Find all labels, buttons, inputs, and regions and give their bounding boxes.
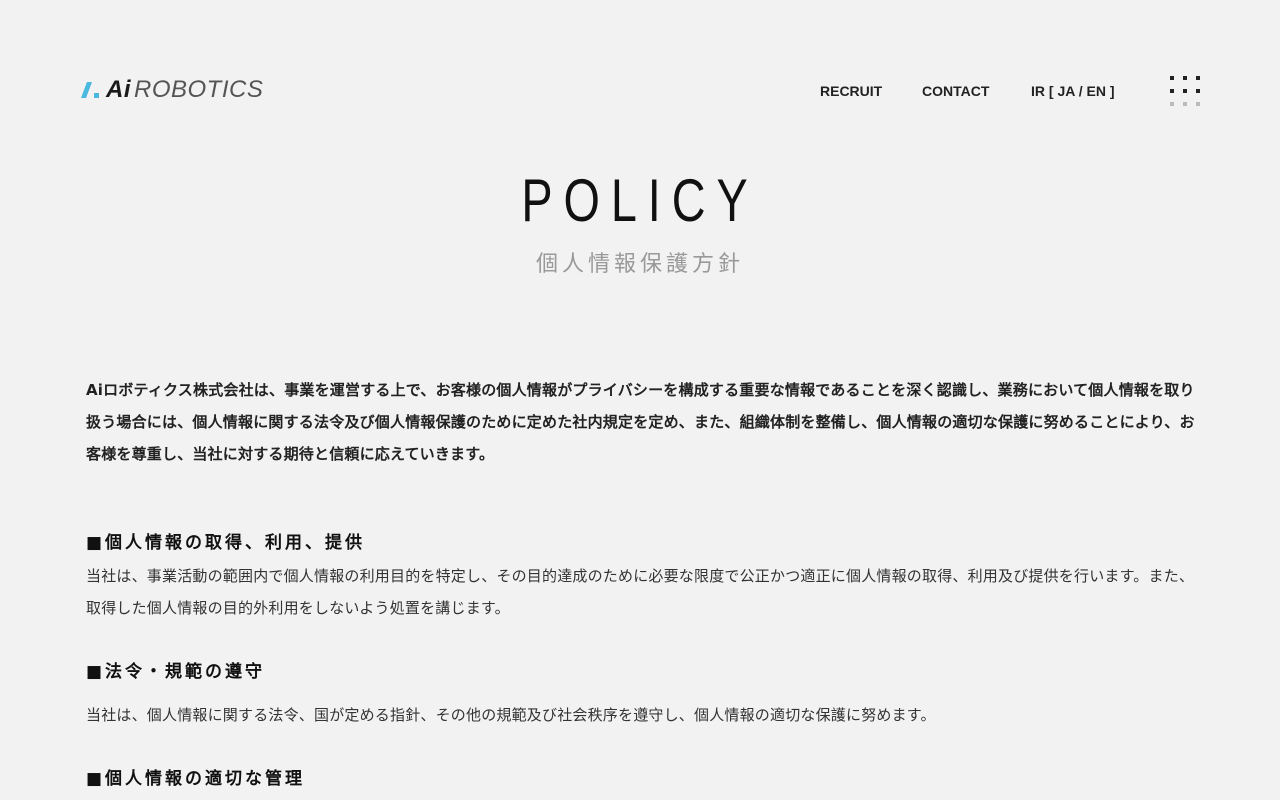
nav-ir-link[interactable]: IR [ JA / EN ] [1031, 80, 1115, 102]
section-text: 当社は、事業活動の範囲内で個人情報の利用目的を特定し、その目的達成のために必要な… [86, 567, 1195, 617]
section-heading: ■法令・規範の遵守 [86, 662, 266, 682]
policy-section: ■個人情報の取得、利用、提供 当社は、事業活動の範囲内で個人情報の利用目的を特定… [86, 530, 1196, 624]
site-logo[interactable]: Ai ROBOTICS [80, 76, 263, 104]
policy-section: ■法令・規範の遵守 当社は、個人情報に関する法令、国が定める指針、その他の規範及… [86, 659, 936, 731]
page: Ai ROBOTICS RECRUIT CONTACT IR [ JA / EN… [0, 0, 1280, 800]
page-title: POLICY [521, 167, 759, 234]
menu-button[interactable] [1168, 74, 1202, 110]
section-heading: ■個人情報の取得、利用、提供 [86, 533, 366, 553]
nav-recruit-link[interactable]: RECRUIT [820, 80, 882, 102]
logo-robotics-text: ROBOTICS [134, 76, 264, 103]
logo-mark-icon [81, 82, 99, 98]
policy-content: Aiロボティクス株式会社は、事業を運営する上で、お客様の個人情報がプライバシーを… [86, 374, 1196, 789]
nav-contact-link[interactable]: CONTACT [922, 80, 989, 102]
section-text: 当社は、個人情報に関する法令、国が定める指針、その他の規範及び社会秩序を遵守し、… [86, 706, 936, 724]
intro-paragraph: Aiロボティクス株式会社は、事業を運営する上で、お客様の個人情報がプライバシーを… [86, 381, 1195, 463]
page-subtitle: 個人情報保護方針 [535, 252, 744, 277]
logo-ai-text: Ai [106, 76, 131, 103]
section-heading: ■個人情報の適切な管理 [86, 769, 306, 789]
policy-section: ■個人情報の適切な管理 [86, 766, 305, 792]
